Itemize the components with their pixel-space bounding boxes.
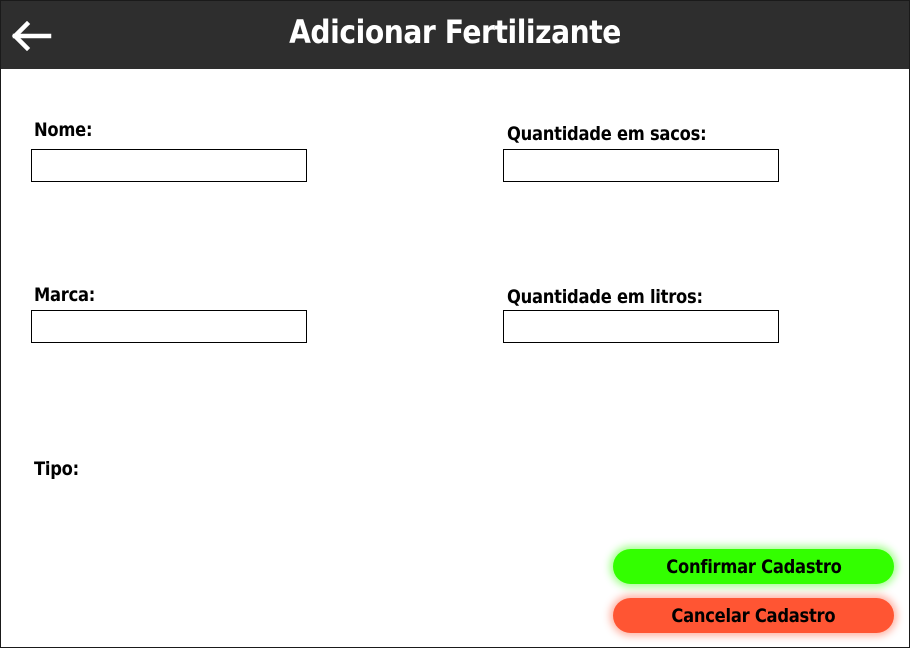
page-title: Adicionar Fertilizante: [289, 13, 621, 51]
quantidade-litros-input[interactable]: [503, 310, 779, 343]
cancel-button-label: Cancelar Cadastro: [671, 604, 836, 627]
tipo-label: Tipo:: [34, 458, 79, 480]
app-window: Adicionar Fertilizante Nome: Quantidade …: [0, 0, 910, 648]
confirm-button-label: Confirmar Cadastro: [665, 555, 842, 578]
quantidade-litros-label: Quantidade em litros:: [507, 286, 703, 308]
marca-input[interactable]: [31, 310, 307, 343]
header-bar: Adicionar Fertilizante: [1, 1, 909, 69]
quantidade-sacos-label: Quantidade em sacos:: [507, 123, 707, 145]
cancel-button[interactable]: Cancelar Cadastro: [613, 598, 894, 633]
quantidade-sacos-input[interactable]: [503, 149, 779, 182]
back-button[interactable]: [11, 20, 53, 52]
nome-input[interactable]: [31, 149, 307, 182]
confirm-button[interactable]: Confirmar Cadastro: [613, 549, 894, 584]
marca-label: Marca:: [34, 284, 96, 306]
nome-label: Nome:: [34, 119, 93, 141]
arrow-left-icon: [11, 20, 52, 52]
